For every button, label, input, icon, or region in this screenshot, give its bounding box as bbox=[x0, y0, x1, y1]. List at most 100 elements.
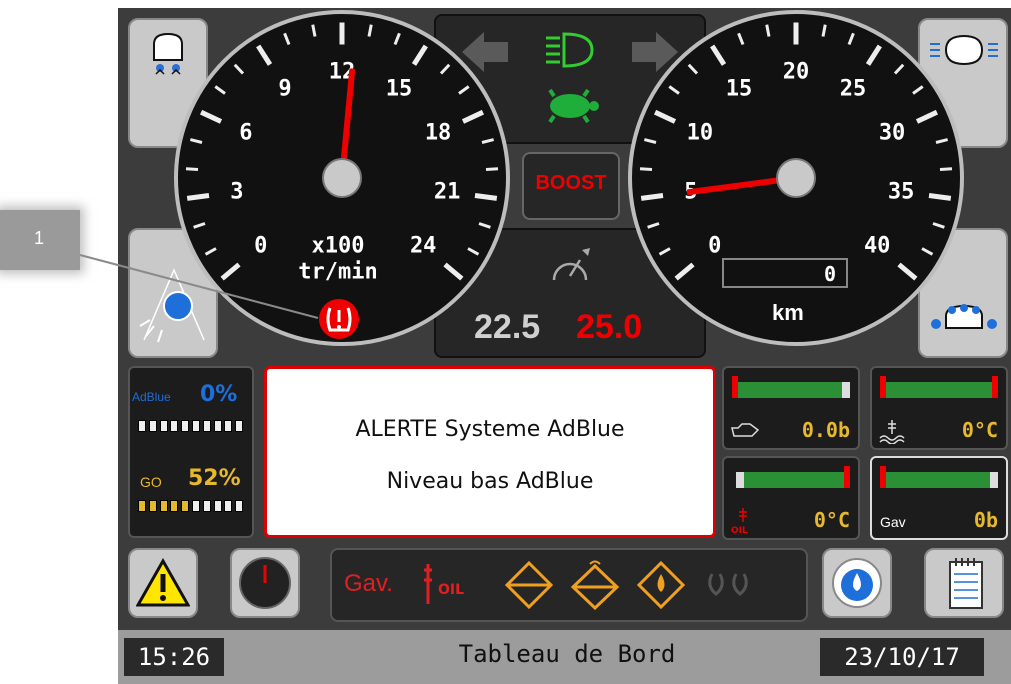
level-segment bbox=[224, 500, 233, 512]
speed-gauge-tick-label: 35 bbox=[887, 179, 915, 205]
level-segment bbox=[181, 500, 190, 512]
rpm-gauge-tick bbox=[283, 32, 291, 45]
gav-label: Gav bbox=[880, 514, 906, 530]
speed-gauge-tick-label: 40 bbox=[863, 233, 891, 259]
rpm-gauge-tick bbox=[214, 85, 227, 95]
callout-marker: 1 bbox=[0, 210, 80, 270]
oil-temp-bar bbox=[744, 472, 844, 488]
alert-message-box: ALERTE Systeme AdBlue Niveau bas AdBlue bbox=[264, 366, 716, 538]
rpm-gauge-tick-label: 3 bbox=[230, 179, 244, 205]
speed-gauge-tick bbox=[737, 32, 745, 45]
clipboard-icon bbox=[949, 558, 983, 609]
gav-pressure-gauge[interactable]: Gav 0b bbox=[870, 456, 1008, 540]
boost-label: BOOST bbox=[535, 172, 607, 194]
level-segment bbox=[138, 420, 146, 432]
target-speed-value: 22.5 bbox=[474, 308, 541, 346]
speed-gauge-tick bbox=[793, 22, 799, 44]
warning-button[interactable] bbox=[128, 548, 198, 618]
rpm-gauge-tick-label: 9 bbox=[278, 76, 292, 102]
speed-gauge-tick bbox=[847, 32, 855, 45]
boost-indicator[interactable]: BOOST bbox=[522, 152, 620, 220]
rpm-unit-line1: x100 bbox=[311, 233, 365, 259]
level-segment bbox=[148, 500, 157, 512]
coolant-bar bbox=[886, 382, 992, 398]
level-segment bbox=[213, 500, 222, 512]
turtle-icon bbox=[548, 88, 599, 124]
go-level-bar bbox=[138, 500, 246, 512]
warning-triangle-icon bbox=[136, 558, 190, 607]
tachograph-button[interactable] bbox=[230, 548, 300, 618]
speed-unit: km bbox=[772, 300, 804, 325]
rpm-gauge-tick bbox=[256, 45, 273, 67]
rpm-gauge-tick bbox=[220, 262, 241, 281]
rpm-gauge-tick bbox=[339, 22, 345, 44]
report-button[interactable] bbox=[924, 548, 1004, 618]
alert-message-title: ALERTE Systeme AdBlue bbox=[355, 417, 625, 442]
oil-temp-value: 0°C bbox=[813, 508, 850, 532]
rpm-gauge-tick-label: 6 bbox=[239, 120, 253, 146]
beacon-icon bbox=[139, 268, 205, 343]
rpm-gauge-tick bbox=[193, 221, 206, 229]
rpm-gauge-tick bbox=[190, 138, 203, 145]
rpm-unit-line2: tr/min bbox=[298, 259, 378, 285]
rpm-gauge-tick bbox=[411, 45, 428, 67]
rpm-gauge-tick bbox=[467, 246, 479, 256]
coolant-temp-gauge: 0°C bbox=[870, 366, 1008, 450]
dashboard-screen: BOOST 22.5 25.0 x100 tr/min 0 3 6 9 12 15 18 21… bbox=[118, 8, 1011, 684]
filter-return-icon bbox=[570, 560, 620, 610]
gav-warning-label: Gav. bbox=[344, 570, 393, 597]
rpm-gauge-tick-label: 0 bbox=[254, 233, 268, 259]
date-display: 23/10/17 bbox=[820, 638, 984, 676]
odometer-display: 0 bbox=[722, 258, 848, 288]
speed-gauge-tick bbox=[668, 85, 681, 95]
water-separator-icon bbox=[636, 560, 686, 610]
speed-gauge-tick bbox=[765, 24, 771, 37]
level-segment bbox=[170, 500, 179, 512]
speed-gauge-tick bbox=[653, 109, 676, 124]
speed-gauge: 0 km 0510152025303540 bbox=[628, 10, 964, 346]
rpm-gauge-tick bbox=[478, 221, 491, 229]
speed-gauge-tick bbox=[687, 63, 699, 75]
oil-pressure-bar-end bbox=[842, 382, 850, 398]
oil-can-icon bbox=[731, 423, 760, 437]
warning-lights-strip: Gav. OIL bbox=[330, 548, 808, 622]
water-drop-icon bbox=[832, 558, 882, 608]
rpm-gauge-tick bbox=[205, 246, 217, 256]
gav-bar-end bbox=[990, 472, 998, 488]
rpm-gauge-tick bbox=[187, 193, 210, 201]
rpm-gauge-tick bbox=[311, 24, 317, 37]
water-drain-button[interactable] bbox=[822, 548, 892, 618]
level-segment bbox=[202, 420, 211, 432]
adblue-label: AdBlue bbox=[132, 390, 171, 404]
oil-pressure-gauge: 0.0b bbox=[722, 366, 860, 450]
filter-icon bbox=[504, 560, 554, 610]
speed-gauge-tick bbox=[932, 221, 945, 229]
speed-gauge-tick bbox=[674, 262, 695, 281]
rpm-gauge-tick bbox=[367, 24, 373, 37]
rpm-gauge-tick-label: 24 bbox=[409, 233, 437, 259]
alert-message-detail: Niveau bas AdBlue bbox=[386, 469, 594, 494]
odometer-value: 0 bbox=[823, 262, 836, 286]
rpm-gauge-tick-label: 18 bbox=[424, 120, 452, 146]
work-lights-side-icon bbox=[931, 304, 997, 329]
cruise-control-icon bbox=[552, 248, 590, 281]
speed-gauge-tick bbox=[647, 221, 660, 229]
speed-gauge-tick bbox=[916, 109, 939, 124]
speed-gauge-tick-label: 20 bbox=[782, 59, 810, 85]
level-segment bbox=[181, 420, 190, 432]
coolant-temp-value: 0°C bbox=[961, 418, 998, 442]
coolant-icon bbox=[879, 420, 905, 444]
speed-gauge-tick bbox=[710, 45, 727, 67]
level-segment bbox=[138, 500, 146, 512]
oil-temp-icon: OIL bbox=[731, 508, 748, 536]
oil-pressure-value: 0.0b bbox=[801, 418, 850, 442]
speed-gauge-tick bbox=[865, 45, 882, 67]
adblue-percent: 0% bbox=[200, 382, 238, 407]
rpm-gauge-tick bbox=[462, 109, 485, 124]
speed-gauge-tick bbox=[897, 262, 918, 281]
speed-gauge-tick-label: 25 bbox=[839, 76, 867, 102]
oil-temp-max-marker bbox=[844, 466, 850, 488]
status-bar: 15:26 Tableau de Bord 23/10/17 bbox=[118, 630, 1011, 684]
svg-text:OIL: OIL bbox=[731, 526, 748, 536]
rpm-gauge-tick bbox=[233, 63, 245, 75]
